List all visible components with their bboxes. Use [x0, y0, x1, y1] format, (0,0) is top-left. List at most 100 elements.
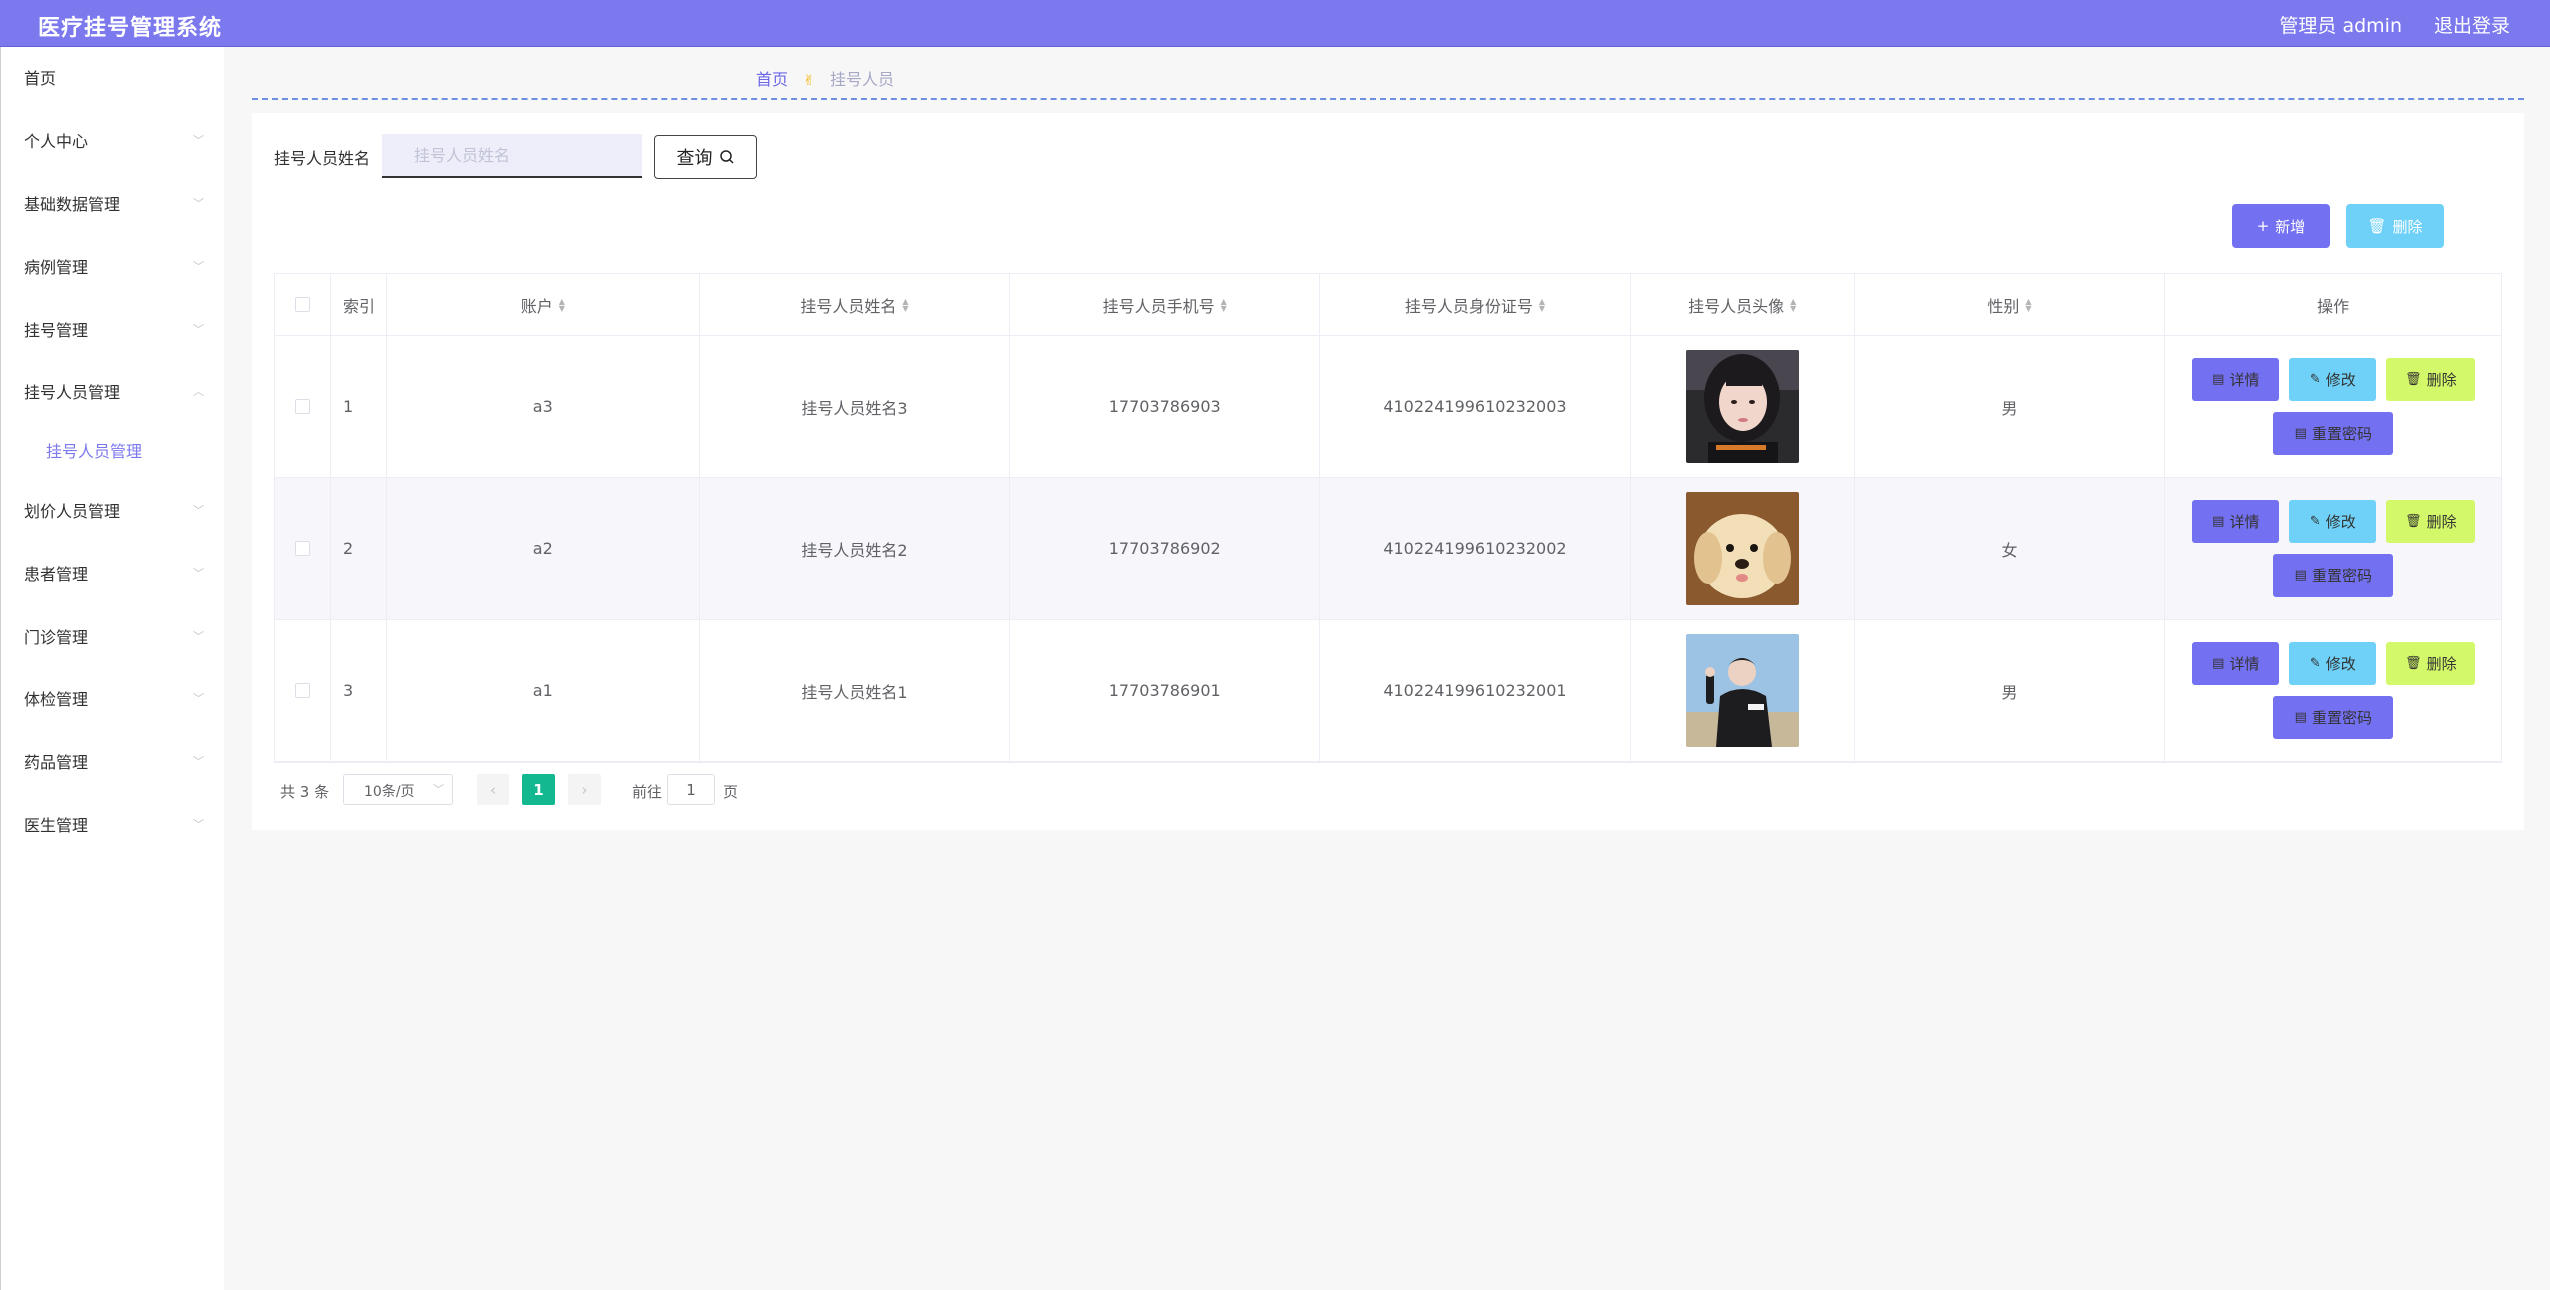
row-phone: 17703786903: [1010, 336, 1321, 477]
edit-button[interactable]: ✎ 修改: [2289, 358, 2377, 401]
sidebar-item-outpatient[interactable]: 门诊管理 ﹀: [24, 624, 204, 648]
page-size-select[interactable]: 10条/页 ﹀: [343, 774, 453, 805]
sidebar-item-registration[interactable]: 挂号管理 ﹀: [24, 317, 204, 341]
sidebar-item-checkup[interactable]: 体检管理 ﹀: [24, 686, 204, 710]
chevron-down-icon: ﹀: [193, 630, 204, 643]
header-name[interactable]: 挂号人员姓名 ▲ ▼: [700, 274, 1011, 335]
chevron-down-icon: ﹀: [193, 134, 204, 147]
detail-button[interactable]: ▤ 详情: [2192, 358, 2280, 401]
document-icon: ▤: [2294, 568, 2307, 583]
sidebar-item-doctors[interactable]: 医生管理 ﹀: [24, 812, 204, 836]
breadcrumb-home[interactable]: 首页: [756, 70, 788, 89]
sidebar-item-basic-data[interactable]: 基础数据管理 ﹀: [24, 191, 204, 215]
header-account[interactable]: 账户 ▲ ▼: [387, 274, 700, 335]
chevron-down-icon: ﹀: [193, 504, 204, 517]
chevron-down-icon: ﹀: [193, 692, 204, 705]
current-user: 管理员 admin: [2279, 15, 2402, 37]
reset-password-label: 重置密码: [2311, 709, 2372, 727]
edit-label: 修改: [2325, 655, 2356, 673]
search-icon: [719, 150, 734, 164]
avatar-boy-image[interactable]: [1685, 634, 1799, 747]
sidebar-item-label: 划价人员管理: [24, 502, 121, 521]
header-index: 索引: [331, 274, 387, 335]
sidebar-item-label: 门诊管理: [24, 628, 89, 647]
add-button-label: 新增: [2275, 217, 2306, 236]
logout-link[interactable]: 退出登录: [2434, 11, 2510, 38]
detail-label: 详情: [2229, 655, 2260, 673]
detail-button[interactable]: ▤ 详情: [2192, 642, 2280, 685]
sort-icon[interactable]: ▲ ▼: [2025, 297, 2031, 312]
avatar-puppy-image[interactable]: [1685, 492, 1799, 605]
batch-delete-label: 删除: [2392, 217, 2423, 236]
detail-button[interactable]: ▤ 详情: [2192, 500, 2280, 543]
row-index: 1: [331, 336, 387, 477]
sidebar-item-registrar-staff[interactable]: 挂号人员管理 ︿: [24, 379, 204, 403]
select-all-checkbox[interactable]: [294, 297, 310, 312]
sidebar-item-pricing-staff[interactable]: 划价人员管理 ﹀: [24, 498, 204, 522]
row-name: 挂号人员姓名1: [700, 620, 1011, 761]
chevron-down-icon: ﹀: [193, 567, 204, 580]
plus-icon: +: [2256, 217, 2270, 235]
avatar-girl-image[interactable]: [1685, 350, 1799, 463]
reset-password-label: 重置密码: [2311, 567, 2372, 585]
trash-icon: 🗑: [2405, 372, 2422, 387]
document-icon: ▤: [2294, 710, 2307, 725]
header-actions: 操作: [2317, 296, 2350, 316]
sidebar-item-label: 药品管理: [24, 753, 89, 772]
chevron-up-icon: ︿: [193, 385, 204, 398]
search-button[interactable]: 查询: [654, 135, 757, 179]
delete-button[interactable]: 🗑 删除: [2386, 358, 2476, 401]
edit-button[interactable]: ✎ 修改: [2289, 500, 2377, 543]
sidebar-item-label: 体检管理: [24, 690, 89, 709]
row-checkbox[interactable]: [294, 683, 310, 698]
row-gender: 男: [1855, 336, 2166, 477]
sidebar-item-home[interactable]: 首页: [24, 65, 204, 89]
prev-page-button[interactable]: ‹: [477, 774, 509, 805]
chevron-down-icon: ﹀: [193, 197, 204, 210]
header-avatar[interactable]: 挂号人员头像 ▲ ▼: [1631, 274, 1855, 335]
row-index: 2: [331, 478, 387, 619]
add-button[interactable]: + 新增: [2232, 204, 2330, 248]
reset-password-button[interactable]: ▤ 重置密码: [2273, 696, 2394, 739]
search-input[interactable]: [382, 134, 642, 178]
header-name-label: 挂号人员姓名: [800, 296, 897, 316]
reset-password-button[interactable]: ▤ 重置密码: [2273, 554, 2394, 597]
header-id-card[interactable]: 挂号人员身份证号 ▲ ▼: [1320, 274, 1631, 335]
row-account: a2: [387, 478, 700, 619]
delete-button[interactable]: 🗑 删除: [2386, 642, 2476, 685]
header-gender[interactable]: 性别 ▲ ▼: [1855, 274, 2166, 335]
sidebar-item-cases[interactable]: 病例管理 ﹀: [24, 254, 204, 278]
delete-button[interactable]: 🗑 删除: [2386, 500, 2476, 543]
row-actions: ▤ 详情 ✎ 修改 🗑 删除 ▤ 重置密码: [2165, 336, 2501, 477]
batch-delete-button[interactable]: 🗑 删除: [2346, 204, 2444, 248]
reset-password-button[interactable]: ▤ 重置密码: [2273, 412, 2394, 455]
table-row: 1 a3 挂号人员姓名3 17703786903 410224199610232…: [275, 336, 2501, 478]
row-id-card: 410224199610232003: [1320, 336, 1631, 477]
top-bar: 医疗挂号管理系统 管理员 admin 退出登录: [0, 0, 2550, 47]
sidebar-item-patients[interactable]: 患者管理 ﹀: [24, 561, 204, 585]
row-checkbox[interactable]: [294, 399, 310, 414]
goto-page-input[interactable]: [667, 774, 715, 805]
row-actions: ▤ 详情 ✎ 修改 🗑 删除 ▤ 重置密码: [2165, 620, 2501, 761]
sidebar-item-personal-center[interactable]: 个人中心 ﹀: [24, 128, 204, 152]
sort-icon[interactable]: ▲ ▼: [1539, 297, 1545, 312]
edit-button[interactable]: ✎ 修改: [2289, 642, 2377, 685]
row-gender: 男: [1855, 620, 2166, 761]
sort-icon[interactable]: ▲ ▼: [559, 297, 565, 312]
table-header: 索引 账户 ▲ ▼ 挂号人员姓名 ▲ ▼ 挂号人员手机号 ▲ ▼ 挂号人员身份证号 ▲ ▼ 挂号…: [275, 274, 2501, 336]
row-checkbox[interactable]: [294, 541, 310, 556]
header-id-card-label: 挂号人员身份证号: [1404, 296, 1533, 316]
sort-icon[interactable]: ▲ ▼: [1221, 297, 1227, 312]
header-phone[interactable]: 挂号人员手机号 ▲ ▼: [1010, 274, 1321, 335]
sidebar-item-label: 挂号人员管理: [24, 383, 121, 402]
row-name: 挂号人员姓名3: [700, 336, 1011, 477]
chevron-down-icon: ﹀: [193, 818, 204, 831]
page-number-button[interactable]: 1: [522, 774, 555, 805]
chevron-left-icon: ‹: [490, 780, 496, 799]
sort-icon[interactable]: ▲ ▼: [902, 297, 908, 312]
sidebar-subitem-registrar-staff[interactable]: 挂号人员管理: [46, 438, 142, 462]
sidebar-item-medicine[interactable]: 药品管理 ﹀: [24, 749, 204, 773]
sort-icon[interactable]: ▲ ▼: [1790, 297, 1796, 312]
next-page-button[interactable]: ›: [568, 774, 601, 805]
goto-suffix: 页: [723, 783, 739, 801]
